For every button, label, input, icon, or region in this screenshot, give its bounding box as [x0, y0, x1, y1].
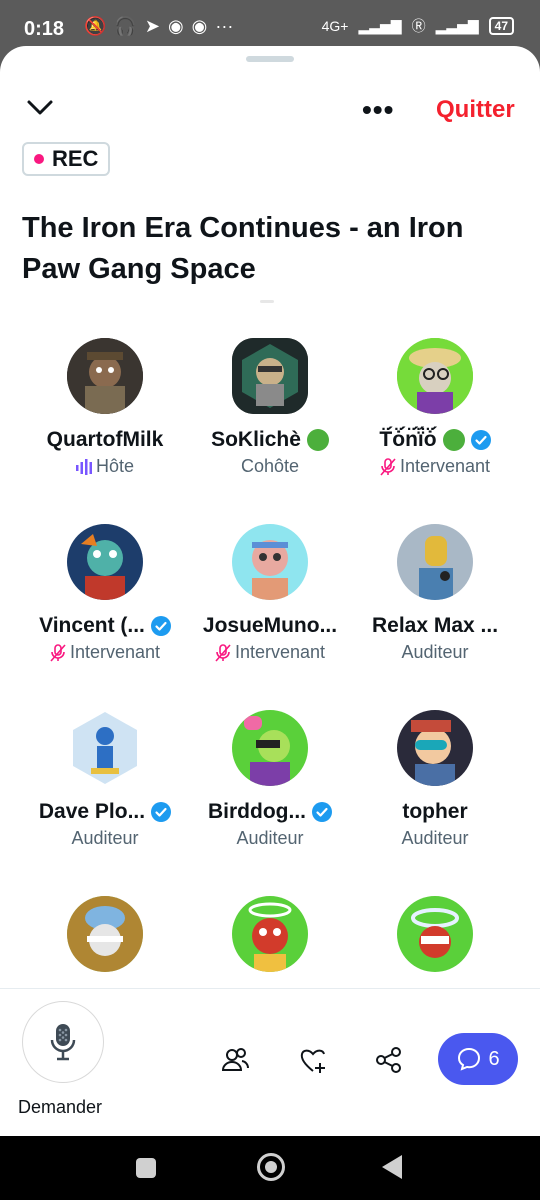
bottom-controls: Demander 6: [0, 988, 540, 1136]
verified-badge-icon: [312, 802, 332, 822]
avatar: [397, 710, 473, 786]
battery-icon: 47: [488, 17, 514, 35]
divider: [260, 300, 274, 303]
request-label: Demander: [18, 1097, 103, 1117]
avatar: [397, 338, 473, 414]
participant-name: topher: [402, 800, 468, 823]
signal-icon: ▂▃▅▇: [358, 17, 402, 34]
participant[interactable]: [345, 896, 525, 972]
participant-role: Cohôte: [240, 456, 300, 476]
registered-icon: Ⓡ: [411, 18, 426, 34]
green-circle-icon: [442, 429, 465, 451]
verified-badge-icon: [470, 430, 491, 450]
participant-name: JosueMuno...: [202, 614, 338, 637]
rec-badge: REC: [22, 142, 111, 176]
speaking-bars-icon: [75, 458, 92, 475]
mic-muted-icon: [215, 643, 231, 662]
participant-name: QuartofMilk: [46, 428, 164, 451]
notification-icons: 🔕 🎧 ➤ ◉ ◉ ···: [84, 16, 233, 37]
avatar: [67, 338, 143, 414]
avatar: [67, 524, 143, 600]
drag-handle[interactable]: [246, 56, 294, 62]
avatar: [232, 338, 308, 414]
participant-role: Intervenant: [69, 642, 161, 662]
back-icon[interactable]: [382, 1155, 402, 1179]
recent-apps-icon[interactable]: [136, 1158, 156, 1178]
participant-role: Hôte: [95, 456, 135, 476]
participant[interactable]: topher Auditeur: [345, 710, 525, 849]
space-title: The Iron Era Continues - an Iron Paw Gan…: [22, 212, 464, 285]
participant-name: T̈́ȯ̈́n̈́ï̈́ȯ̈́: [379, 428, 437, 451]
chevron-down-icon[interactable]: [26, 96, 54, 120]
participant[interactable]: SoKlichè Cohôte: [180, 338, 360, 477]
avatar: [232, 710, 308, 786]
more-options-icon[interactable]: •••: [362, 94, 394, 126]
home-icon[interactable]: [257, 1153, 285, 1181]
status-bar: 0:18 🔕 🎧 ➤ ◉ ◉ ··· 4G+ ▂▃▅▇ Ⓡ ▂▃▅▇ 47: [0, 0, 540, 52]
chat-button[interactable]: 6: [438, 1033, 518, 1085]
microphone-icon: [50, 1024, 76, 1061]
participant-name: Birddog...: [208, 800, 306, 823]
chat-count: 6: [488, 1047, 500, 1070]
avatar: [232, 524, 308, 600]
telegram-icon: ➤: [144, 16, 160, 36]
participant-role: Auditeur: [236, 828, 304, 848]
participant-name: SoKlichè: [211, 428, 301, 451]
participant-role: Intervenant: [399, 456, 491, 476]
participant[interactable]: Birddog... Auditeur: [180, 710, 360, 849]
heart-plus-icon[interactable]: [298, 1045, 328, 1075]
headphones-icon: 🎧: [114, 16, 137, 36]
participant-name: Relax Max ...: [371, 614, 499, 637]
signal-icon: ▂▃▅▇: [435, 17, 479, 34]
participant[interactable]: [180, 896, 360, 972]
participant-name: Vincent (...: [39, 614, 145, 637]
verified-badge-icon: [150, 616, 171, 636]
mic-muted-icon: [50, 643, 66, 662]
more-notifications-icon: ···: [215, 16, 234, 36]
system-icons: 4G+ ▂▃▅▇ Ⓡ ▂▃▅▇ 47: [322, 16, 514, 36]
participant[interactable]: JosueMuno... Intervenant: [180, 524, 360, 663]
mic-muted-icon: [380, 457, 396, 476]
discord-icon: ◉: [191, 16, 208, 36]
share-icon[interactable]: [374, 1045, 404, 1075]
avatar: [67, 710, 143, 786]
avatar: [397, 524, 473, 600]
participant-role: Auditeur: [71, 828, 139, 848]
participant[interactable]: [15, 896, 195, 972]
avatar: [67, 896, 143, 972]
bell-off-icon: 🔕: [84, 16, 107, 36]
participant[interactable]: T̈́ȯ̈́n̈́ï̈́ȯ̈́ Intervenant: [345, 338, 525, 477]
people-icon[interactable]: [220, 1045, 250, 1075]
discord-icon: ◉: [167, 16, 184, 36]
request-mic-button[interactable]: [22, 1001, 104, 1083]
participant[interactable]: Vincent (... Intervenant: [15, 524, 195, 663]
participant-role: Intervenant: [234, 642, 326, 662]
space-sheet: ••• Quitter REC The Iron Era Continues -…: [0, 46, 540, 1136]
status-time: 0:18: [24, 18, 65, 40]
avatar: [232, 896, 308, 972]
participant-role: Auditeur: [401, 642, 469, 662]
chat-bubble-icon: [458, 1047, 481, 1071]
network-type: 4G+: [321, 18, 349, 34]
participant-name: Dave Plo...: [38, 800, 146, 823]
participant[interactable]: Relax Max ... Auditeur: [345, 524, 525, 663]
rec-dot-icon: [34, 154, 44, 164]
avatar: [397, 896, 473, 972]
rec-label: REC: [52, 146, 99, 171]
quit-button[interactable]: Quitter: [436, 96, 515, 124]
green-circle-icon: [306, 429, 329, 451]
participant[interactable]: QuartofMilk Hôte: [15, 338, 195, 477]
verified-badge-icon: [151, 802, 172, 822]
participant[interactable]: Dave Plo... Auditeur: [15, 710, 195, 849]
participant-role: Auditeur: [401, 828, 469, 848]
